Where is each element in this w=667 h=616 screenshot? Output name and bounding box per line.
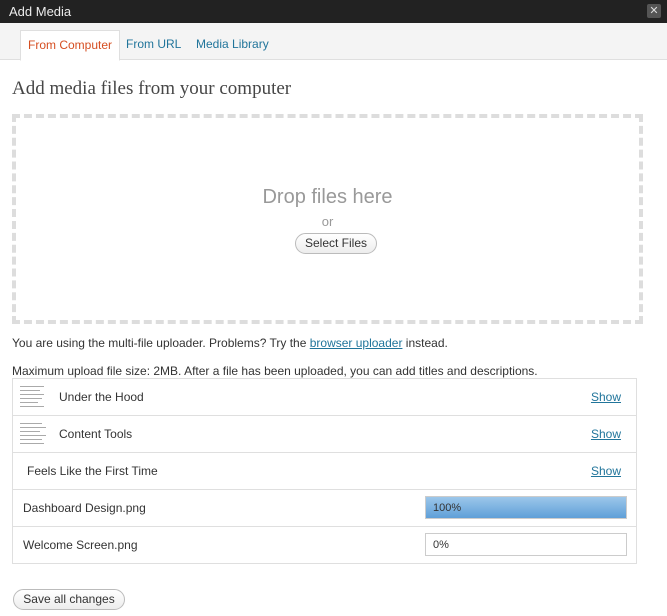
tab-from-computer[interactable]: From Computer <box>20 30 121 61</box>
upload-progress-bar: 0% <box>425 533 627 556</box>
file-name: Dashboard Design.png <box>23 501 146 515</box>
progress-label: 0% <box>433 539 449 551</box>
save-all-changes-button[interactable]: Save all changes <box>13 589 125 610</box>
uploader-info: You are using the multi-file uploader. P… <box>12 336 448 350</box>
page-title: Add media files from your computer <box>12 78 292 99</box>
drop-files-text: Drop files here <box>262 186 393 208</box>
file-thumbnail-icon <box>18 383 48 410</box>
file-thumbnail-icon <box>18 420 48 447</box>
upload-progress-bar: 100% <box>425 496 627 519</box>
file-name: Content Tools <box>59 427 133 441</box>
show-link[interactable]: Show <box>591 464 621 478</box>
drop-zone[interactable]: Drop files here or Select Files <box>12 114 643 324</box>
show-link[interactable]: Show <box>591 390 621 404</box>
window-title: Add Media <box>9 4 72 19</box>
file-row-under-the-hood: Under the Hood Show <box>13 379 636 416</box>
tab-bar: From Computer From URL Media Library <box>0 23 667 61</box>
close-icon[interactable]: ✕ <box>647 4 661 18</box>
file-row-content-tools: Content Tools Show <box>13 416 636 453</box>
file-row-dashboard-design: Dashboard Design.png 100% <box>13 490 636 527</box>
or-text: or <box>321 214 334 229</box>
select-files-button[interactable]: Select Files <box>295 233 377 254</box>
browser-uploader-link[interactable]: browser uploader <box>310 336 403 350</box>
progress-label: 100% <box>433 502 462 514</box>
file-name: Under the Hood <box>59 390 144 404</box>
window-titlebar: Add Media ✕ <box>0 0 667 23</box>
max-upload-info: Maximum upload file size: 2MB. After a f… <box>12 364 538 378</box>
file-name: Feels Like the First Time <box>27 464 158 478</box>
uploader-info-prefix: You are using the multi-file uploader. P… <box>12 336 307 350</box>
file-list: Under the Hood Show Content Tools Show F… <box>12 378 637 564</box>
tab-from-url[interactable]: From URL <box>119 30 188 60</box>
file-row-feels-like-the-first-time: Feels Like the First Time Show <box>13 453 636 490</box>
uploader-info-suffix: instead. <box>405 336 448 350</box>
file-row-welcome-screen: Welcome Screen.png 0% <box>13 527 636 564</box>
show-link[interactable]: Show <box>591 427 621 441</box>
file-name: Welcome Screen.png <box>23 538 138 552</box>
tab-media-library[interactable]: Media Library <box>189 30 276 60</box>
